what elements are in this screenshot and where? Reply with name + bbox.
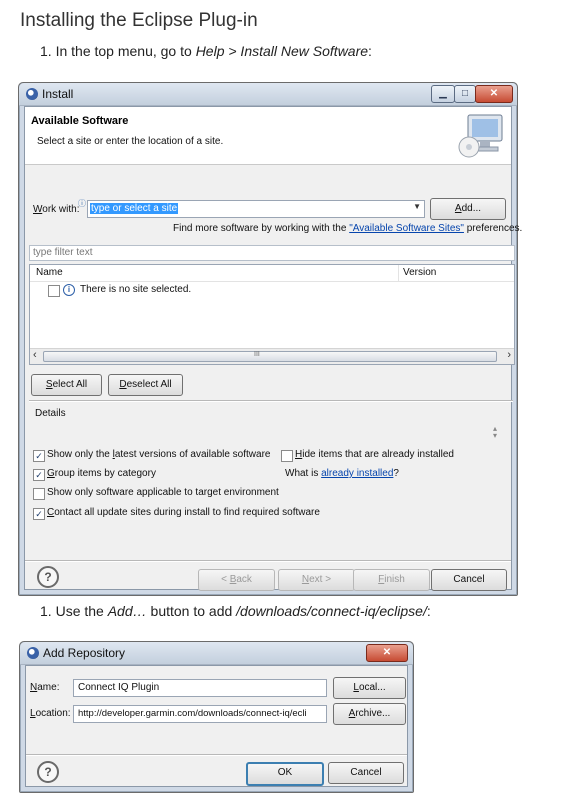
window-title: Add Repository <box>43 646 126 660</box>
add-button-reference: Add… <box>107 603 147 619</box>
page-title: Installing the Eclipse Plug-in <box>20 10 258 31</box>
install-titlebar[interactable]: Install ▁ □ ✕ <box>19 83 517 106</box>
step-text: In the top menu, go to <box>55 43 192 59</box>
minimize-button[interactable]: ▁ <box>431 85 455 103</box>
repository-path: /downloads/connect-iq/eclipse/ <box>236 603 427 619</box>
select-all-button[interactable]: Select All <box>31 374 102 396</box>
find-more-text: Find more software by working with the "… <box>173 223 522 234</box>
already-installed-link[interactable]: already installed <box>321 468 393 479</box>
what-is-prefix: What is <box>285 468 319 479</box>
cancel-button[interactable]: Cancel <box>328 762 404 784</box>
row-checkbox[interactable] <box>48 285 60 297</box>
latest-versions-checkbox[interactable]: ✓ <box>33 450 45 462</box>
name-input[interactable]: Connect IQ Plugin <box>73 679 327 697</box>
help-icon[interactable]: ? <box>37 566 59 588</box>
window-title: Install <box>42 87 74 101</box>
step-text: Use the <box>55 603 104 619</box>
archive-button[interactable]: Archive... <box>333 703 406 725</box>
latest-versions-label: Show only the latest versions of availab… <box>47 449 271 460</box>
hide-installed-label: Hide items that are already installed <box>295 449 454 460</box>
location-label: Location: <box>30 708 71 719</box>
table-row[interactable]: i There is no site selected. <box>30 282 514 298</box>
work-with-input[interactable]: type or select a site <box>90 203 179 214</box>
column-version[interactable]: Version <box>403 267 436 278</box>
group-by-category-checkbox[interactable]: ✓ <box>33 469 45 481</box>
help-icon[interactable]: ? <box>37 761 59 783</box>
contact-update-sites-checkbox[interactable]: ✓ <box>33 508 45 520</box>
separator <box>25 560 511 562</box>
install-window: Install ▁ □ ✕ Available Software Select … <box>18 82 522 596</box>
find-more-suffix: preferences. <box>466 223 523 234</box>
contact-update-sites-label: Contact all update sites during install … <box>47 507 320 518</box>
info-icon: i <box>63 284 75 296</box>
install-client-area: Available Software Select a site or ente… <box>24 106 522 591</box>
wizard-banner: Available Software Select a site or ente… <box>25 107 511 165</box>
no-site-text: There is no site selected. <box>80 284 192 295</box>
eclipse-icon <box>26 88 38 100</box>
software-tree-table[interactable]: Name Version i There is no site selected… <box>29 264 515 365</box>
deselect-all-button[interactable]: Deselect All <box>108 374 183 396</box>
ok-button[interactable]: OK <box>246 762 324 786</box>
add-repository-titlebar[interactable]: Add Repository ✕ <box>20 642 413 665</box>
available-software-sites-link[interactable]: "Available Software Sites" <box>349 223 464 234</box>
details-label: Details <box>35 408 66 419</box>
step-colon: : <box>426 603 431 619</box>
details-scroll-icon[interactable]: ▴ ▾ <box>493 425 497 440</box>
step-add-repository: 1. Use the Add… button to add /downloads… <box>40 603 431 619</box>
horizontal-scrollbar[interactable]: ‹ III › <box>30 348 514 364</box>
maximize-button[interactable]: □ <box>454 85 476 103</box>
add-button[interactable]: Add... <box>430 198 506 220</box>
separator <box>29 400 513 402</box>
cancel-button[interactable]: Cancel <box>431 569 507 591</box>
work-with-label: Work with: <box>33 204 80 215</box>
name-label: Name: <box>30 682 60 693</box>
work-with-combobox[interactable]: type or select a site ▼ <box>87 200 425 218</box>
what-is-installed: What is already installed? <box>285 468 399 479</box>
finish-button[interactable]: Finish <box>353 569 430 591</box>
install-software-icon <box>458 114 503 158</box>
step-colon: : <box>368 43 372 59</box>
hide-installed-checkbox[interactable] <box>281 450 293 462</box>
step-number: 1. <box>40 603 52 619</box>
filter-input[interactable]: type filter text <box>29 245 515 261</box>
target-env-label: Show only software applicable to target … <box>47 487 279 498</box>
step-install-new-software: 1. In the top menu, go to Help > Install… <box>40 43 372 59</box>
group-by-category-label: Group items by category <box>47 468 156 479</box>
target-env-checkbox[interactable] <box>33 488 45 500</box>
step-text: button to add <box>150 603 233 619</box>
add-repository-client-area: Name: Connect IQ Plugin Local... Locatio… <box>25 665 408 787</box>
column-name[interactable]: Name <box>36 267 63 278</box>
close-button[interactable]: ✕ <box>475 85 513 103</box>
scroll-grip-icon: III <box>254 351 260 358</box>
find-more-prefix: Find more software by working with the <box>173 223 347 234</box>
filter-placeholder: type filter text <box>33 247 93 258</box>
dropdown-arrow-icon[interactable]: ▼ <box>413 202 421 211</box>
step-number: 1. <box>40 43 52 59</box>
eclipse-icon <box>27 647 39 659</box>
location-input[interactable]: http://developer.garmin.com/downloads/co… <box>73 705 327 723</box>
what-is-suffix: ? <box>393 468 399 479</box>
table-header: Name Version <box>30 265 514 282</box>
wizard-heading: Available Software <box>31 115 129 127</box>
scroll-right-icon[interactable]: › <box>507 349 511 361</box>
close-button[interactable]: ✕ <box>366 644 408 662</box>
separator <box>26 754 407 756</box>
menu-path: Help > Install New Software <box>195 43 369 59</box>
local-button[interactable]: Local... <box>333 677 406 699</box>
add-repository-window: Add Repository ✕ Name: Connect IQ Plugin… <box>19 641 414 793</box>
scrollbar-thumb[interactable]: III <box>43 351 497 362</box>
wizard-subheading: Select a site or enter the location of a… <box>37 136 224 147</box>
scroll-left-icon[interactable]: ‹ <box>33 349 37 361</box>
info-icon: ⓘ <box>78 199 86 208</box>
location-value: http://developer.garmin.com/downloads/co… <box>78 708 307 719</box>
name-value: Connect IQ Plugin <box>78 682 160 693</box>
next-button[interactable]: Next > <box>278 569 355 591</box>
back-button[interactable]: < Back <box>198 569 275 591</box>
